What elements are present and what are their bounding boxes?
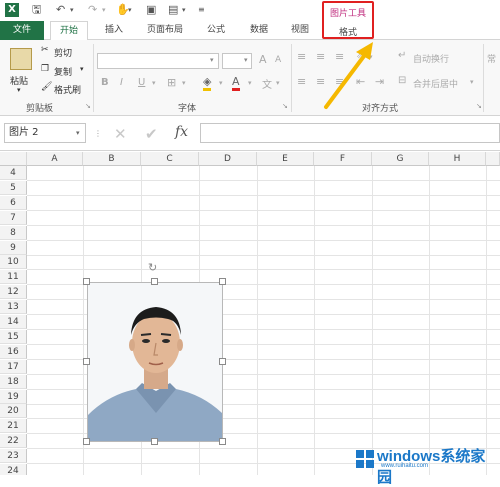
windows-logo-icon [356, 450, 374, 468]
annotation-arrow [324, 42, 373, 109]
watermark: windows系统家园 www.ruihaitu.com [355, 443, 500, 486]
watermark-url: www.ruihaitu.com [381, 463, 429, 469]
